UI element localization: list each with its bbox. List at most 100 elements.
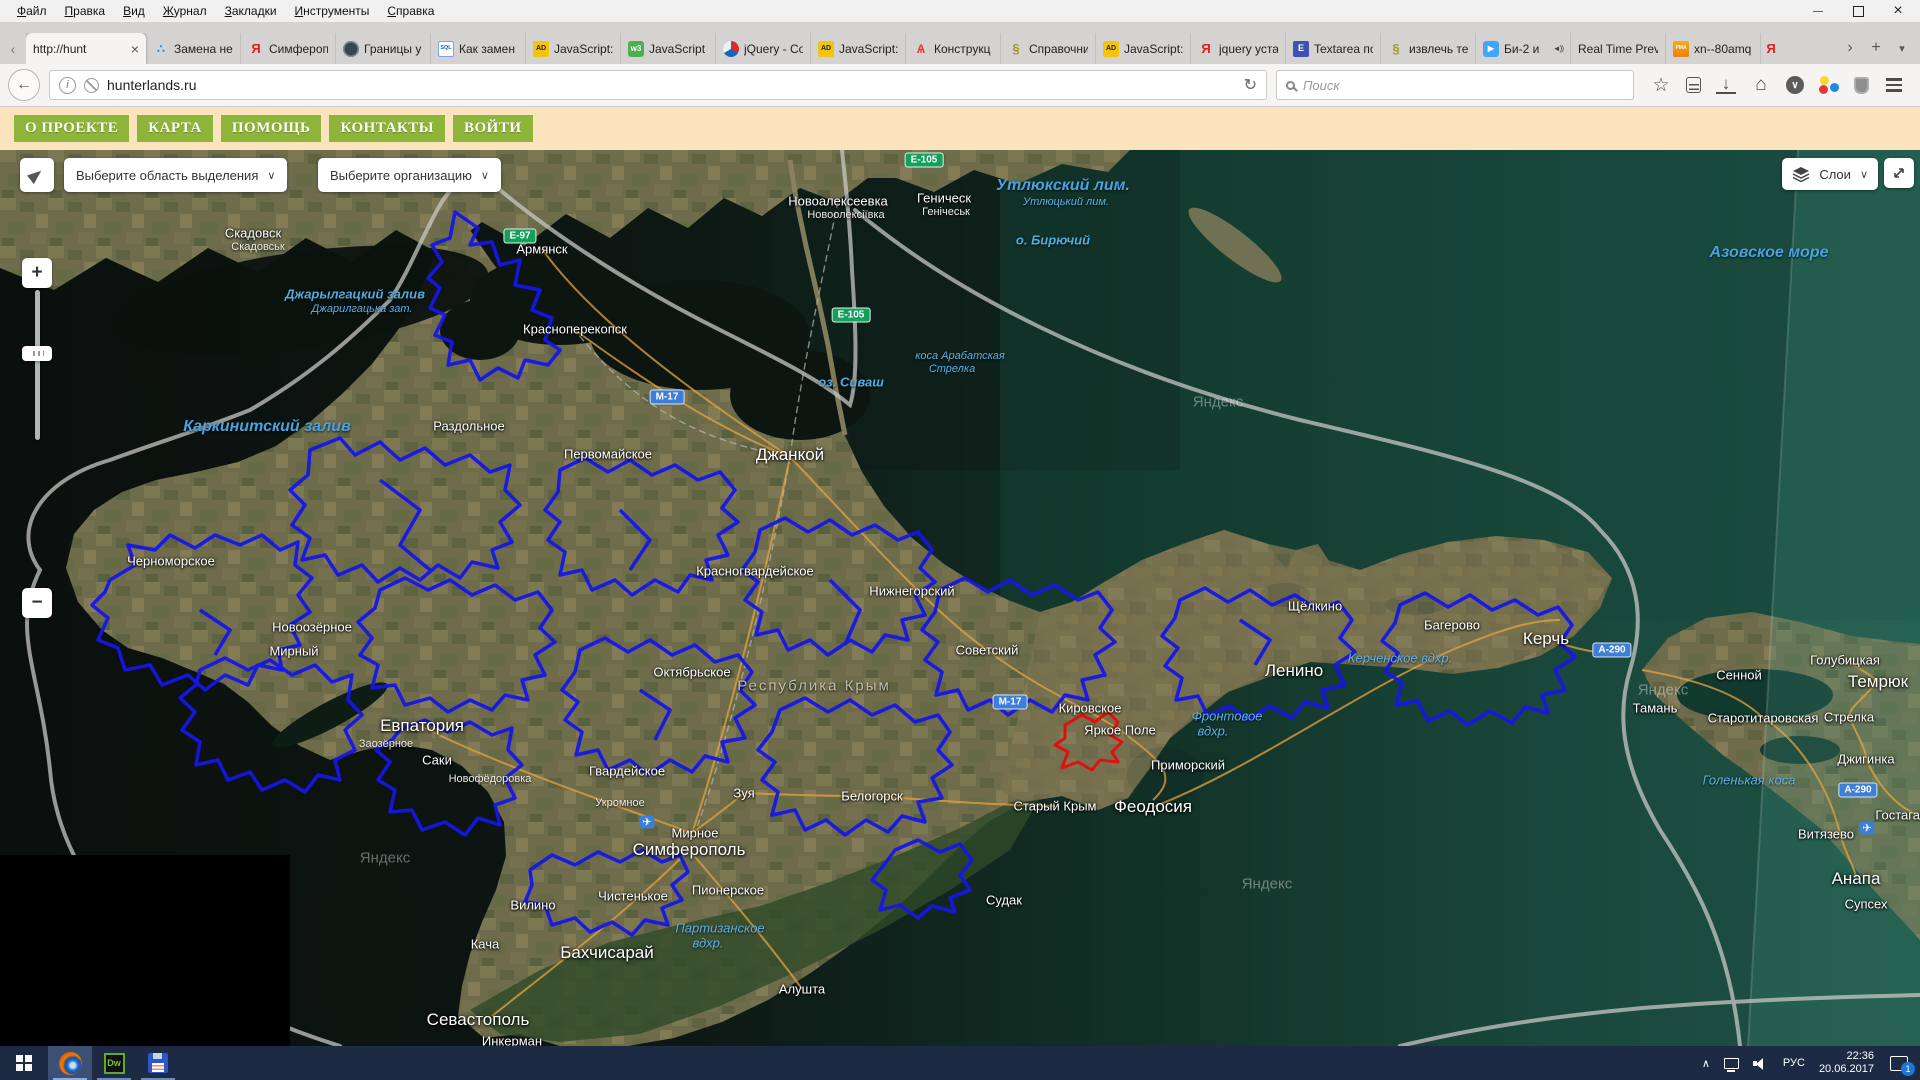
search-placeholder[interactable]: Поиск	[1303, 78, 1340, 93]
layers-dropdown[interactable]: Слои ∨	[1782, 158, 1878, 190]
bookmarks-menu-icon[interactable]	[1686, 77, 1701, 93]
taskbar-app-dreamweaver[interactable]: Dw	[92, 1046, 136, 1080]
fullscreen-button[interactable]	[1884, 158, 1914, 188]
map-label: Севастополь	[427, 1010, 530, 1030]
language-indicator[interactable]: РУС	[1783, 1057, 1805, 1069]
url-text[interactable]: hunterlands.ru	[107, 77, 1236, 93]
browser-tab[interactable]: w3JavaScript р	[621, 33, 716, 64]
browser-tab[interactable]: ѦКонструкц	[906, 33, 1001, 64]
browser-tab[interactable]: ADJavaScript:	[526, 33, 621, 64]
map-label: Красногвардейское	[696, 564, 813, 579]
map-label: Витязево	[1798, 827, 1854, 842]
map-label: Керчь	[1523, 629, 1569, 649]
zoom-out-button[interactable]: −	[22, 588, 52, 618]
browser-tab[interactable]: ▶Би-2 и◄))	[1476, 33, 1571, 64]
tab-audio-icon[interactable]: ◄))	[1553, 44, 1563, 53]
site-nav-button-контакты[interactable]: КОНТАКТЫ	[329, 115, 445, 142]
map-label: Новоалексеевка	[788, 194, 888, 209]
taskbar-clock[interactable]: 22:36 20.06.2017	[1819, 1050, 1874, 1076]
navigation-toolbar: ← i hunterlands.ru ↻ Поиск	[0, 64, 1920, 107]
browser-tab[interactable]: jQuery - Co	[716, 33, 811, 64]
tab-title: jquery уста	[1219, 42, 1278, 56]
geolocate-button[interactable]	[20, 158, 54, 192]
adblock-shield-icon[interactable]	[1854, 77, 1869, 94]
menu-item-журнал[interactable]: Журнал	[154, 2, 216, 20]
zoom-slider-handle[interactable]	[22, 346, 52, 361]
menu-item-закладки[interactable]: Закладки	[216, 2, 286, 20]
taskbar-app-firefox[interactable]	[48, 1046, 92, 1080]
reload-icon[interactable]: ↻	[1244, 75, 1257, 95]
map-label: Республика Крым	[737, 678, 891, 695]
hidden-icons-button[interactable]: ∧	[1702, 1057, 1710, 1070]
map-label: Старотитаровская	[1708, 711, 1819, 726]
tab-list-button[interactable]	[1890, 36, 1914, 60]
taskbar-app-save-tool[interactable]	[136, 1046, 180, 1080]
volume-icon[interactable]	[1753, 1057, 1769, 1070]
page-info-icon[interactable]: i	[59, 77, 76, 94]
home-icon[interactable]	[1751, 75, 1771, 95]
zoom-in-button[interactable]: +	[22, 258, 52, 288]
browser-tab[interactable]: ADJavaScript:	[811, 33, 906, 64]
menu-item-правка[interactable]: Правка	[56, 2, 115, 20]
browser-tab[interactable]: http://hunt×	[26, 33, 146, 64]
menu-item-вид[interactable]: Вид	[114, 2, 154, 20]
scroll-right-button[interactable]	[1838, 36, 1862, 60]
organization-select-dropdown[interactable]: Выберите организацию ∨	[318, 158, 501, 192]
permissions-icon[interactable]	[84, 78, 99, 93]
tab-scroll-left-button[interactable]: ‹	[0, 33, 26, 64]
minimize-button[interactable]	[1798, 0, 1838, 22]
browser-tab[interactable]: §извлечь те	[1381, 33, 1476, 64]
zoom-slider-track[interactable]	[35, 290, 40, 440]
new-tab-button[interactable]	[1864, 36, 1888, 60]
network-icon[interactable]	[1724, 1058, 1739, 1069]
script-favicon-icon: §	[1388, 41, 1404, 57]
menu-item-справка[interactable]: Справка	[378, 2, 443, 20]
browser-tab[interactable]: ETextarea по	[1286, 33, 1381, 64]
open-menu-icon[interactable]	[1884, 75, 1904, 95]
back-button[interactable]: ←	[8, 69, 40, 101]
bookmark-star-icon[interactable]	[1651, 75, 1671, 95]
menu-item-инструменты[interactable]: Инструменты	[286, 2, 379, 20]
map-label: Е-97	[503, 229, 536, 244]
browser-tab[interactable]: Границы у	[336, 33, 431, 64]
pocket-icon[interactable]	[1786, 76, 1804, 94]
partial-tab[interactable]: Я	[1761, 33, 1777, 64]
browser-tab[interactable]: ADJavaScript:	[1096, 33, 1191, 64]
map-label: Стрелка	[929, 363, 975, 375]
map-canvas[interactable]: СкадовскСкадовськАрмянскКрасноперекопскН…	[0, 150, 1920, 1046]
map-label: Гвардейское	[589, 764, 665, 779]
start-button[interactable]	[0, 1046, 48, 1080]
map-label: Партизанское	[675, 921, 764, 936]
map-label: оз. Сиваш	[818, 375, 884, 390]
search-bar[interactable]: Поиск	[1276, 70, 1634, 100]
site-nav-button-войти[interactable]: ВОЙТИ	[453, 115, 533, 142]
close-button[interactable]	[1878, 0, 1918, 22]
site-nav-button-помощь[interactable]: ПОМОЩЬ	[221, 115, 322, 142]
browser-tab[interactable]: §Справочни	[1001, 33, 1096, 64]
chevron-down-icon: ∨	[481, 169, 489, 182]
clock-date: 20.06.2017	[1819, 1063, 1874, 1076]
map-label: Щёлкино	[1288, 599, 1342, 614]
map-label: Новофёдоровка	[449, 773, 532, 785]
yandex-elements-icon[interactable]	[1819, 75, 1839, 95]
browser-tab[interactable]: ∴Замена не	[146, 33, 241, 64]
browser-tab[interactable]: Real Time Previ	[1571, 33, 1666, 64]
map-label: Мирное	[672, 826, 719, 841]
site-nav-button-о-проекте[interactable]: О ПРОЕКТЕ	[14, 115, 129, 142]
maximize-button[interactable]	[1838, 0, 1878, 22]
layers-label: Слои	[1819, 167, 1851, 182]
browser-tab[interactable]: ЯСимфероп	[241, 33, 336, 64]
browser-tab[interactable]: PMAxn--80amq	[1666, 33, 1761, 64]
menu-item-файл[interactable]: Файл	[8, 2, 56, 20]
url-bar[interactable]: i hunterlands.ru ↻	[49, 70, 1267, 100]
area-select-dropdown[interactable]: Выберите область выделения ∨	[64, 158, 287, 192]
action-center-icon[interactable]: 1	[1890, 1056, 1908, 1071]
downloads-icon[interactable]	[1716, 77, 1736, 94]
chevron-down-icon: ∨	[1860, 168, 1868, 181]
tab-close-icon[interactable]: ×	[131, 41, 139, 57]
windows-logo-icon	[16, 1055, 32, 1071]
browser-tab[interactable]: Яjquery уста	[1191, 33, 1286, 64]
browser-tab[interactable]: SQLКак замен	[431, 33, 526, 64]
chevron-down-icon: ∨	[267, 169, 275, 182]
site-nav-button-карта[interactable]: КАРТА	[137, 115, 213, 142]
